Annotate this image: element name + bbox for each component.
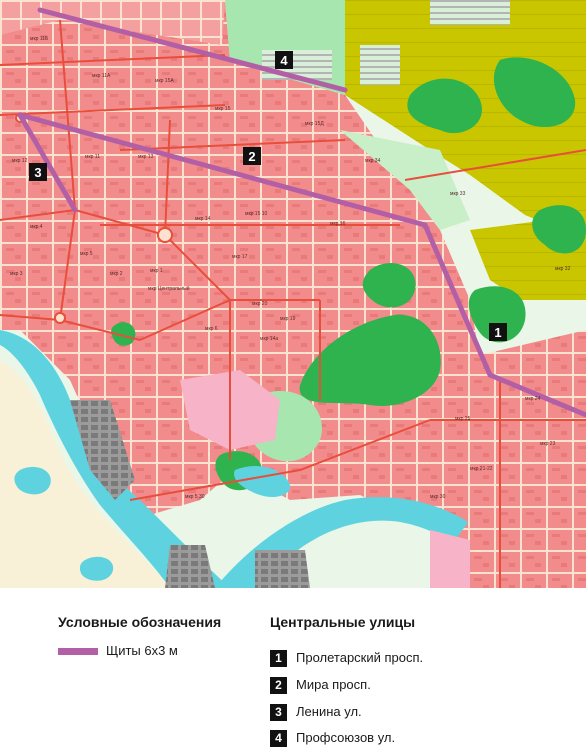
district-label: мкр 5 [80, 251, 93, 257]
residential-south-pink [430, 530, 470, 588]
district-label: мкр 32 [555, 266, 571, 272]
district-label: мкр 3 [10, 271, 23, 277]
district-label: мкр 11А [92, 73, 111, 79]
district-label: мкр 20 [252, 301, 268, 307]
district-label: мкр 14 [195, 216, 211, 222]
district-label: мкр 21-22 [470, 466, 493, 472]
district-label: мкр 11 [85, 154, 100, 160]
street-name: Ленина ул. [296, 704, 362, 719]
district-label: мкр 30 [430, 494, 446, 500]
district-label: мкр 16 [330, 221, 346, 227]
district-label: мкр 13 [138, 154, 154, 160]
district-label: мкр 19 [280, 316, 296, 322]
legend-symbols-title: Условные обозначения [58, 614, 222, 630]
street-marker-2: 2 [243, 147, 261, 165]
street-marker-3: 3 [29, 163, 47, 181]
industrial-north-2 [360, 45, 400, 85]
lake-south-west-2 [79, 556, 114, 581]
billboard-route-swatch [58, 648, 98, 655]
district-label: мкр 25 [455, 416, 471, 422]
street-marker-1-number: 1 [494, 325, 501, 340]
district-label: мкр 33 [450, 191, 466, 197]
street-name: Профсоюзов ул. [296, 730, 396, 745]
district-label: мкр 15А [155, 78, 174, 84]
district-label: мкр 15Д [305, 121, 324, 127]
district-label: мкр 17 [232, 254, 248, 260]
district-label: мкр 14а [260, 336, 278, 342]
street-marker-2-number: 2 [248, 149, 255, 164]
district-label: мкр 12 [12, 158, 28, 164]
street-marker-3-number: 3 [34, 165, 41, 180]
roundabout-center [157, 227, 173, 243]
billboard-route-label: Щиты 6х3 м [106, 643, 178, 658]
street-number-badge: 4 [270, 730, 287, 747]
roundabout-west [54, 312, 66, 324]
district-label: мкр Центральный [148, 285, 190, 292]
street-number-badge: 2 [270, 677, 287, 694]
street-name: Пролетарский просп. [296, 650, 424, 665]
street-marker-1: 1 [489, 323, 507, 341]
district-label: мкр 1 [150, 268, 163, 274]
district-label: мкр 23 [540, 441, 556, 447]
district-label: мкр 15 10 [245, 211, 268, 217]
district-label: мкр 24 [525, 396, 541, 402]
district-label: мкр 15 [215, 106, 231, 112]
street-number-badge: 3 [270, 704, 287, 721]
city-map: мкр 11Б мкр 11А мкр 15А мкр 15Д мкр 15 м… [0, 0, 586, 588]
street-marker-4-number: 4 [280, 53, 288, 68]
street-number-badge: 1 [270, 650, 287, 667]
industrial-south [255, 550, 310, 588]
street-name: Мира просп. [296, 677, 371, 692]
legend-streets-title: Центральные улицы [270, 614, 416, 630]
map-legend: Условные обозначения Щиты 6х3 м Централь… [0, 588, 586, 754]
district-label: мкр 5 30 [185, 494, 205, 500]
district-label: мкр 6 [205, 326, 218, 332]
district-label: мкр 2 [110, 271, 123, 277]
industrial-north-3 [430, 0, 510, 25]
district-label: мкр 11Б [30, 36, 49, 42]
district-label: мкр 4 [30, 224, 43, 230]
district-label: мкр 34 [365, 158, 381, 164]
street-marker-4: 4 [275, 51, 293, 69]
